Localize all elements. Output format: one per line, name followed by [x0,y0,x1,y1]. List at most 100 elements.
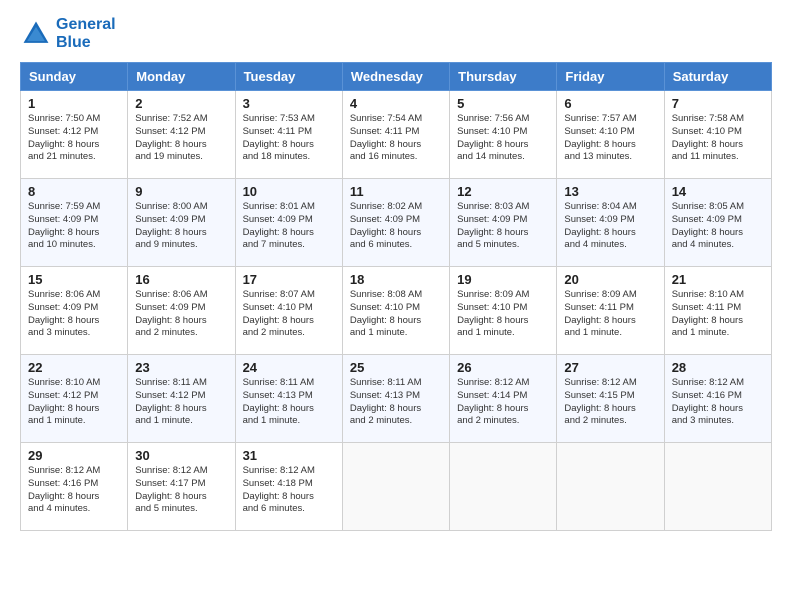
calendar-week-4: 22Sunrise: 8:10 AMSunset: 4:12 PMDayligh… [21,355,772,443]
calendar-cell: 10 Sunrise: 8:01 AMSunset: 4:09 PMDayligh… [235,179,342,267]
day-number: 24 [243,360,335,375]
cell-text: Sunrise: 8:08 AMSunset: 4:10 PMDaylight:… [350,289,442,340]
calendar-cell [342,443,449,531]
day-header-saturday: Saturday [664,63,771,91]
calendar-cell: 23 Sunrise: 8:11 AMSunset: 4:12 PMDayligh… [128,355,235,443]
cell-text: Sunrise: 8:11 AMSunset: 4:13 PMDaylight:… [350,377,442,428]
cell-text: Sunrise: 8:12 AMSunset: 4:16 PMDaylight:… [672,377,764,428]
cell-text: Sunrise: 7:50 AMSunset: 4:12 PMDaylight:… [28,113,120,164]
calendar-cell: 18 Sunrise: 8:08 AMSunset: 4:10 PMDayligh… [342,267,449,355]
cell-text: Sunrise: 7:57 AMSunset: 4:10 PMDaylight:… [564,113,656,164]
day-number: 5 [457,96,549,111]
calendar-cell: 4 Sunrise: 7:54 AMSunset: 4:11 PMDaylight… [342,91,449,179]
calendar-cell: 17 Sunrise: 8:07 AMSunset: 4:10 PMDayligh… [235,267,342,355]
day-number: 19 [457,272,549,287]
calendar-cell: 6 Sunrise: 7:57 AMSunset: 4:10 PMDaylight… [557,91,664,179]
day-number: 15 [28,272,120,287]
calendar-cell: 8 Sunrise: 7:59 AMSunset: 4:09 PMDaylight… [21,179,128,267]
cell-text: Sunrise: 8:06 AMSunset: 4:09 PMDaylight:… [28,289,120,340]
calendar-cell: 13 Sunrise: 8:04 AMSunset: 4:09 PMDayligh… [557,179,664,267]
calendar-week-2: 8 Sunrise: 7:59 AMSunset: 4:09 PMDaylight… [21,179,772,267]
day-number: 28 [672,360,764,375]
calendar-table: SundayMondayTuesdayWednesdayThursdayFrid… [20,62,772,531]
calendar-cell [557,443,664,531]
day-number: 4 [350,96,442,111]
calendar-cell: 24 Sunrise: 8:11 AMSunset: 4:13 PMDayligh… [235,355,342,443]
calendar-cell: 20 Sunrise: 8:09 AMSunset: 4:11 PMDayligh… [557,267,664,355]
day-number: 12 [457,184,549,199]
calendar-cell: 31 Sunrise: 8:12 AMSunset: 4:18 PMDayligh… [235,443,342,531]
day-number: 1 [28,96,120,111]
day-number: 17 [243,272,335,287]
calendar-cell [450,443,557,531]
cell-text: Sunrise: 7:53 AMSunset: 4:11 PMDaylight:… [243,113,335,164]
calendar-week-3: 15 Sunrise: 8:06 AMSunset: 4:09 PMDayligh… [21,267,772,355]
calendar-cell: 21Sunrise: 8:10 AMSunset: 4:11 PMDayligh… [664,267,771,355]
calendar-cell: 30Sunrise: 8:12 AMSunset: 4:17 PMDayligh… [128,443,235,531]
calendar-cell: 29 Sunrise: 8:12 AMSunset: 4:16 PMDayligh… [21,443,128,531]
day-number: 20 [564,272,656,287]
logo-text: General Blue [56,16,116,52]
cell-text: Sunrise: 8:11 AMSunset: 4:13 PMDaylight:… [243,377,335,428]
day-header-tuesday: Tuesday [235,63,342,91]
day-number: 9 [135,184,227,199]
cell-text: Sunrise: 8:05 AMSunset: 4:09 PMDaylight:… [672,201,764,252]
calendar-cell [664,443,771,531]
day-header-thursday: Thursday [450,63,557,91]
calendar-cell: 22Sunrise: 8:10 AMSunset: 4:12 PMDayligh… [21,355,128,443]
cell-text: Sunrise: 7:54 AMSunset: 4:11 PMDaylight:… [350,113,442,164]
day-number: 23 [135,360,227,375]
calendar-cell: 19Sunrise: 8:09 AMSunset: 4:10 PMDayligh… [450,267,557,355]
cell-text: Sunrise: 7:58 AMSunset: 4:10 PMDaylight:… [672,113,764,164]
calendar-cell: 5 Sunrise: 7:56 AMSunset: 4:10 PMDaylight… [450,91,557,179]
day-header-monday: Monday [128,63,235,91]
day-header-wednesday: Wednesday [342,63,449,91]
cell-text: Sunrise: 7:59 AMSunset: 4:09 PMDaylight:… [28,201,120,252]
calendar-cell: 28 Sunrise: 8:12 AMSunset: 4:16 PMDayligh… [664,355,771,443]
day-number: 16 [135,272,227,287]
day-number: 21 [672,272,764,287]
calendar-cell: 26Sunrise: 8:12 AMSunset: 4:14 PMDayligh… [450,355,557,443]
day-header-friday: Friday [557,63,664,91]
cell-text: Sunrise: 8:07 AMSunset: 4:10 PMDaylight:… [243,289,335,340]
day-number: 25 [350,360,442,375]
calendar-cell: 3 Sunrise: 7:53 AMSunset: 4:11 PMDaylight… [235,91,342,179]
day-number: 29 [28,448,120,463]
cell-text: Sunrise: 8:12 AMSunset: 4:15 PMDaylight:… [564,377,656,428]
cell-text: Sunrise: 8:02 AMSunset: 4:09 PMDaylight:… [350,201,442,252]
day-number: 7 [672,96,764,111]
cell-text: Sunrise: 8:04 AMSunset: 4:09 PMDaylight:… [564,201,656,252]
day-number: 18 [350,272,442,287]
calendar-cell: 9 Sunrise: 8:00 AMSunset: 4:09 PMDaylight… [128,179,235,267]
logo: General Blue [20,16,116,52]
calendar-cell: 14Sunrise: 8:05 AMSunset: 4:09 PMDayligh… [664,179,771,267]
day-number: 3 [243,96,335,111]
cell-text: Sunrise: 8:11 AMSunset: 4:12 PMDaylight:… [135,377,227,428]
cell-text: Sunrise: 8:09 AMSunset: 4:11 PMDaylight:… [564,289,656,340]
day-number: 10 [243,184,335,199]
header-row: SundayMondayTuesdayWednesdayThursdayFrid… [21,63,772,91]
day-header-sunday: Sunday [21,63,128,91]
calendar-cell: 7 Sunrise: 7:58 AMSunset: 4:10 PMDaylight… [664,91,771,179]
day-number: 8 [28,184,120,199]
day-number: 31 [243,448,335,463]
cell-text: Sunrise: 8:12 AMSunset: 4:18 PMDaylight:… [243,465,335,516]
calendar-cell: 1 Sunrise: 7:50 AMSunset: 4:12 PMDaylight… [21,91,128,179]
day-number: 26 [457,360,549,375]
cell-text: Sunrise: 7:52 AMSunset: 4:12 PMDaylight:… [135,113,227,164]
day-number: 27 [564,360,656,375]
cell-text: Sunrise: 8:06 AMSunset: 4:09 PMDaylight:… [135,289,227,340]
cell-text: Sunrise: 7:56 AMSunset: 4:10 PMDaylight:… [457,113,549,164]
day-number: 6 [564,96,656,111]
day-number: 11 [350,184,442,199]
logo-blue: Blue [56,34,116,52]
calendar-cell: 16 Sunrise: 8:06 AMSunset: 4:09 PMDayligh… [128,267,235,355]
calendar-cell: 11 Sunrise: 8:02 AMSunset: 4:09 PMDayligh… [342,179,449,267]
cell-text: Sunrise: 8:01 AMSunset: 4:09 PMDaylight:… [243,201,335,252]
cell-text: Sunrise: 8:00 AMSunset: 4:09 PMDaylight:… [135,201,227,252]
cell-text: Sunrise: 8:12 AMSunset: 4:17 PMDaylight:… [135,465,227,516]
cell-text: Sunrise: 8:10 AMSunset: 4:12 PMDaylight:… [28,377,120,428]
calendar-header: SundayMondayTuesdayWednesdayThursdayFrid… [21,63,772,91]
cell-text: Sunrise: 8:12 AMSunset: 4:16 PMDaylight:… [28,465,120,516]
day-number: 13 [564,184,656,199]
